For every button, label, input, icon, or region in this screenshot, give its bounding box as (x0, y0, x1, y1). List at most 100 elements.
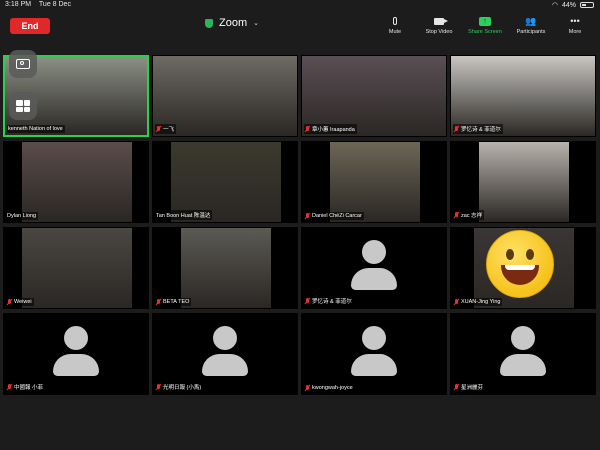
participant-name: Tan Boon Huat 陈温达 (156, 213, 211, 219)
wifi-icon: ◠ (551, 2, 558, 9)
smiley-emoji-icon (486, 230, 554, 298)
microphone-icon (393, 17, 397, 25)
stop-video-button[interactable]: Stop Video (416, 15, 462, 35)
flip-camera-button[interactable] (9, 50, 37, 78)
meeting-toolbar: End Zoom ⌄ Mute Stop Video ↑ Share Scree… (0, 12, 600, 52)
muted-mic-icon (156, 299, 161, 305)
share-screen-icon: ↑ (479, 16, 491, 26)
muted-mic-icon (305, 385, 310, 391)
participant-name-tag: BETA TEO (155, 298, 192, 306)
participant-name-tag: kwongwah-joyce (304, 384, 355, 392)
muted-mic-icon (7, 384, 12, 390)
participant-tile[interactable]: 星洲麗芬 (450, 313, 596, 395)
participant-name: Dylan Liong (7, 213, 37, 219)
participant-tile[interactable]: zac 志祥 (450, 141, 596, 223)
participant-video (479, 142, 569, 222)
participant-name-tag: Tan Boon Huat 陈温达 (155, 210, 213, 220)
battery-percent: 44% (561, 1, 576, 9)
participant-tile[interactable]: Dylan Liong (3, 141, 149, 223)
default-avatar-icon (49, 326, 103, 380)
muted-mic-icon (305, 213, 310, 219)
participant-tile[interactable]: 章小蕙 Iraapanda (301, 55, 447, 137)
battery-icon (580, 2, 594, 8)
participant-tile[interactable]: Weiwei (3, 227, 149, 309)
participant-name: XUAN-Jing Ying (461, 299, 501, 305)
muted-mic-icon (156, 384, 161, 390)
participant-name: 章小蕙 Iraapanda (312, 127, 355, 133)
participant-name: 罗忆诗 & 菲道尔 (312, 299, 352, 305)
end-meeting-button[interactable]: End (10, 18, 50, 34)
participant-name: zac 志祥 (461, 213, 483, 219)
mute-button[interactable]: Mute (374, 15, 416, 35)
participant-name-tag: 星洲麗芬 (453, 382, 486, 392)
participant-name: 星洲麗芬 (461, 385, 484, 391)
participant-name: Weiwei (14, 299, 32, 305)
chevron-down-icon: ⌄ (253, 20, 259, 27)
gallery-view-icon (16, 100, 30, 112)
participant-name-tag: zac 志祥 (453, 210, 485, 220)
participant-tile[interactable]: 罗忆诗 & 菲道尔 (301, 227, 447, 309)
participant-name: kenneth Nation of love (8, 126, 63, 132)
status-time: 3:18 PM (5, 1, 32, 8)
participant-tile[interactable]: 罗忆诗 & 菲道尔 (450, 55, 596, 137)
muted-mic-icon (454, 126, 459, 132)
default-avatar-icon (198, 326, 252, 380)
participant-name-tag: 罗忆诗 & 菲道尔 (453, 124, 503, 134)
participant-video (181, 228, 271, 308)
meeting-title[interactable]: Zoom ⌄ (205, 17, 259, 29)
participants-button[interactable]: 👥 Participants (508, 15, 554, 36)
muted-mic-icon (156, 126, 161, 132)
participant-tile[interactable]: 光明日報 (小馬) (152, 313, 298, 395)
participant-name: 中國報 小菲 (14, 385, 44, 391)
gallery-grid: kenneth Nation of love 一飞 章小蕙 Iraapanda 罗忆诗… (3, 55, 597, 395)
more-label: More (568, 29, 582, 35)
flip-camera-icon (16, 59, 30, 69)
participant-tile[interactable]: Daniel ChéZi Carcar (301, 141, 447, 223)
participant-name-tag: 一飞 (155, 124, 177, 134)
gallery-view-button[interactable] (9, 92, 37, 120)
stop-video-label: Stop Video (425, 29, 453, 35)
participants-label: Participants (516, 29, 546, 35)
muted-mic-icon (454, 299, 459, 305)
status-bar: 3:18 PM Tue 8 Dec ◠ 44% (0, 0, 600, 12)
participant-video (22, 228, 132, 308)
more-dots-icon: ••• (570, 16, 580, 26)
muted-mic-icon (454, 384, 459, 390)
participant-name-tag: 章小蕙 Iraapanda (304, 124, 357, 134)
muted-mic-icon (305, 298, 310, 304)
participant-name: 一飞 (163, 127, 175, 133)
more-button[interactable]: ••• More (554, 15, 596, 35)
muted-mic-icon (454, 212, 459, 218)
participant-tile[interactable]: kwongwah-joyce (301, 313, 447, 395)
share-screen-label: Share Screen (468, 29, 502, 35)
participant-name-tag: Dylan Liong (6, 212, 39, 220)
participant-name-tag: XUAN-Jing Ying (453, 298, 503, 306)
participant-tile[interactable]: Tan Boon Huat 陈温达 (152, 141, 298, 223)
app-title: Zoom (219, 17, 248, 29)
participant-name: kwongwah-joyce (312, 385, 353, 391)
default-avatar-icon (496, 326, 550, 380)
participant-name: 光明日報 (小馬) (163, 385, 202, 391)
participant-tile[interactable]: 一飞 (152, 55, 298, 137)
participant-video (22, 142, 132, 222)
participant-name-tag: kenneth Nation of love (7, 125, 65, 133)
participant-video (330, 142, 420, 222)
video-camera-icon (434, 17, 448, 25)
shield-icon (205, 18, 213, 28)
participant-tile[interactable]: BETA TEO (152, 227, 298, 309)
participant-tile[interactable]: 中國報 小菲 (3, 313, 149, 395)
participants-icon: 👥 (525, 15, 537, 26)
muted-mic-icon (7, 299, 12, 305)
status-date: Tue 8 Dec (38, 1, 71, 8)
participant-name: BETA TEO (163, 299, 190, 305)
default-avatar-icon (347, 326, 401, 380)
mute-label: Mute (388, 29, 402, 35)
default-avatar-icon (347, 240, 401, 294)
participant-name: 罗忆诗 & 菲道尔 (461, 127, 501, 133)
share-screen-button[interactable]: ↑ Share Screen (462, 15, 508, 35)
participant-name-tag: Daniel ChéZi Carcar (304, 212, 364, 220)
muted-mic-icon (305, 126, 310, 132)
participant-name-tag: 光明日報 (小馬) (155, 382, 204, 392)
participant-tile[interactable]: XUAN-Jing Ying (450, 227, 596, 309)
participant-name-tag: Weiwei (6, 298, 34, 306)
